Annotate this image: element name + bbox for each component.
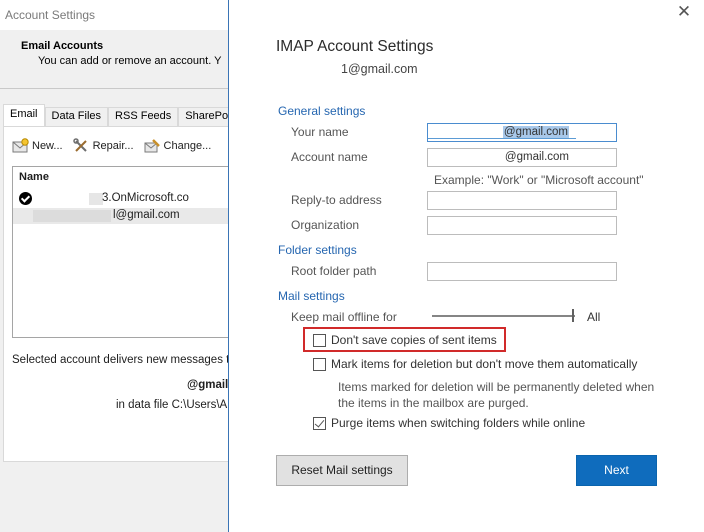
change-account-button[interactable]: Change... bbox=[144, 138, 212, 154]
account-settings-titlebar: Account Settings bbox=[0, 0, 232, 30]
repair-tools-icon bbox=[72, 138, 87, 152]
new-mail-icon bbox=[12, 138, 29, 153]
mark-for-deletion-label: Mark items for deletion but don't move t… bbox=[331, 357, 638, 371]
keep-offline-label: Keep mail offline for bbox=[291, 310, 397, 324]
dialog-email-text: 1@gmail.com bbox=[341, 62, 418, 76]
close-icon: ✕ bbox=[676, 2, 692, 21]
deliver-account: @gmail bbox=[187, 379, 229, 391]
new-account-button[interactable]: New... bbox=[12, 138, 63, 154]
email-accounts-description: You can add or remove an account. Y bbox=[38, 55, 222, 67]
deliver-label: Selected account delivers new messages t… bbox=[12, 354, 232, 366]
organization-input[interactable] bbox=[427, 216, 617, 235]
mail-settings-heading: Mail settings bbox=[278, 289, 345, 303]
repair-account-label: Repair... bbox=[92, 140, 134, 152]
dialog-title: IMAP Account Settings bbox=[276, 38, 434, 55]
account-row[interactable]: l@gmail.com bbox=[13, 208, 232, 224]
general-settings-heading: General settings bbox=[278, 104, 366, 118]
account-name: l@gmail.com bbox=[113, 209, 180, 221]
accounts-toolbar: New... Repair... Change... bbox=[12, 138, 211, 154]
redaction-underline bbox=[428, 138, 576, 139]
dont-save-sent-checkbox[interactable]: Don't save copies of sent items bbox=[313, 333, 497, 347]
account-name-value: @gmail.com bbox=[504, 151, 569, 163]
reply-to-input[interactable] bbox=[427, 191, 617, 210]
account-name-hint: Example: "Work" or "Microsoft account" bbox=[434, 173, 644, 187]
change-account-label: Change... bbox=[163, 140, 212, 152]
email-accounts-heading: Email Accounts bbox=[21, 40, 104, 52]
deliver-data-file: in data file C:\Users\A bbox=[116, 399, 228, 411]
imap-account-settings-dialog: ✕ IMAP Account Settings 1@gmail.com Gene… bbox=[228, 0, 704, 532]
tab-rss-feeds[interactable]: RSS Feeds bbox=[108, 107, 179, 126]
tab-email[interactable]: Email bbox=[3, 104, 45, 126]
your-name-input[interactable]: @gmail.com bbox=[427, 123, 617, 142]
tab-sharepoint[interactable]: SharePoi bbox=[178, 107, 232, 126]
root-folder-input[interactable] bbox=[427, 262, 617, 281]
account-name: 3.OnMicrosoft.co bbox=[102, 192, 189, 204]
dialog-email: 1@gmail.com bbox=[276, 62, 418, 76]
purge-note: Items marked for deletion will be perman… bbox=[338, 380, 655, 410]
tab-data-files[interactable]: Data Files bbox=[44, 107, 109, 126]
close-button[interactable]: ✕ bbox=[674, 3, 694, 23]
keep-offline-slider[interactable] bbox=[432, 315, 575, 317]
header-divider bbox=[0, 88, 232, 89]
redaction-blur bbox=[89, 193, 103, 205]
change-settings-icon bbox=[144, 139, 160, 153]
next-button[interactable]: Next bbox=[576, 455, 657, 486]
new-account-label: New... bbox=[32, 140, 63, 152]
default-account-check-icon bbox=[19, 192, 32, 205]
dont-save-sent-label: Don't save copies of sent items bbox=[331, 333, 497, 347]
repair-account-button[interactable]: Repair... bbox=[72, 138, 134, 154]
mark-for-deletion-checkbox[interactable]: Mark items for deletion but don't move t… bbox=[313, 357, 637, 371]
your-name-value: @gmail.com bbox=[502, 126, 569, 138]
your-name-label: Your name bbox=[291, 125, 349, 139]
purge-on-switch-checkbox-box[interactable] bbox=[313, 416, 326, 430]
reset-mail-settings-button[interactable]: Reset Mail settings bbox=[276, 455, 408, 486]
purge-on-switch-label: Purge items when switching folders while… bbox=[331, 416, 586, 430]
account-settings-window: Account Settings Email Accounts You can … bbox=[0, 0, 232, 532]
dont-save-sent-checkbox-box[interactable] bbox=[313, 333, 326, 347]
organization-label: Organization bbox=[291, 218, 360, 232]
purge-on-switch-checkbox[interactable]: Purge items when switching folders while… bbox=[313, 416, 585, 430]
keep-offline-slider-thumb[interactable] bbox=[572, 309, 574, 322]
tab-strip: Email Data Files RSS Feeds SharePoi bbox=[3, 104, 232, 126]
accounts-list[interactable]: Name 3.OnMicrosoft.co l@gmail.com bbox=[12, 166, 232, 338]
root-folder-label: Root folder path bbox=[291, 264, 377, 278]
account-name-label: Account name bbox=[291, 150, 368, 164]
account-row[interactable]: 3.OnMicrosoft.co bbox=[13, 191, 232, 207]
keep-offline-value: All bbox=[587, 310, 601, 324]
reply-to-label: Reply-to address bbox=[291, 193, 382, 207]
window-title: Account Settings bbox=[5, 8, 96, 22]
folder-settings-heading: Folder settings bbox=[278, 243, 357, 257]
redaction-blur bbox=[33, 210, 111, 222]
account-name-input[interactable]: @gmail.com bbox=[427, 148, 617, 167]
mark-for-deletion-checkbox-box[interactable] bbox=[313, 357, 326, 371]
list-header-name: Name bbox=[19, 171, 49, 183]
